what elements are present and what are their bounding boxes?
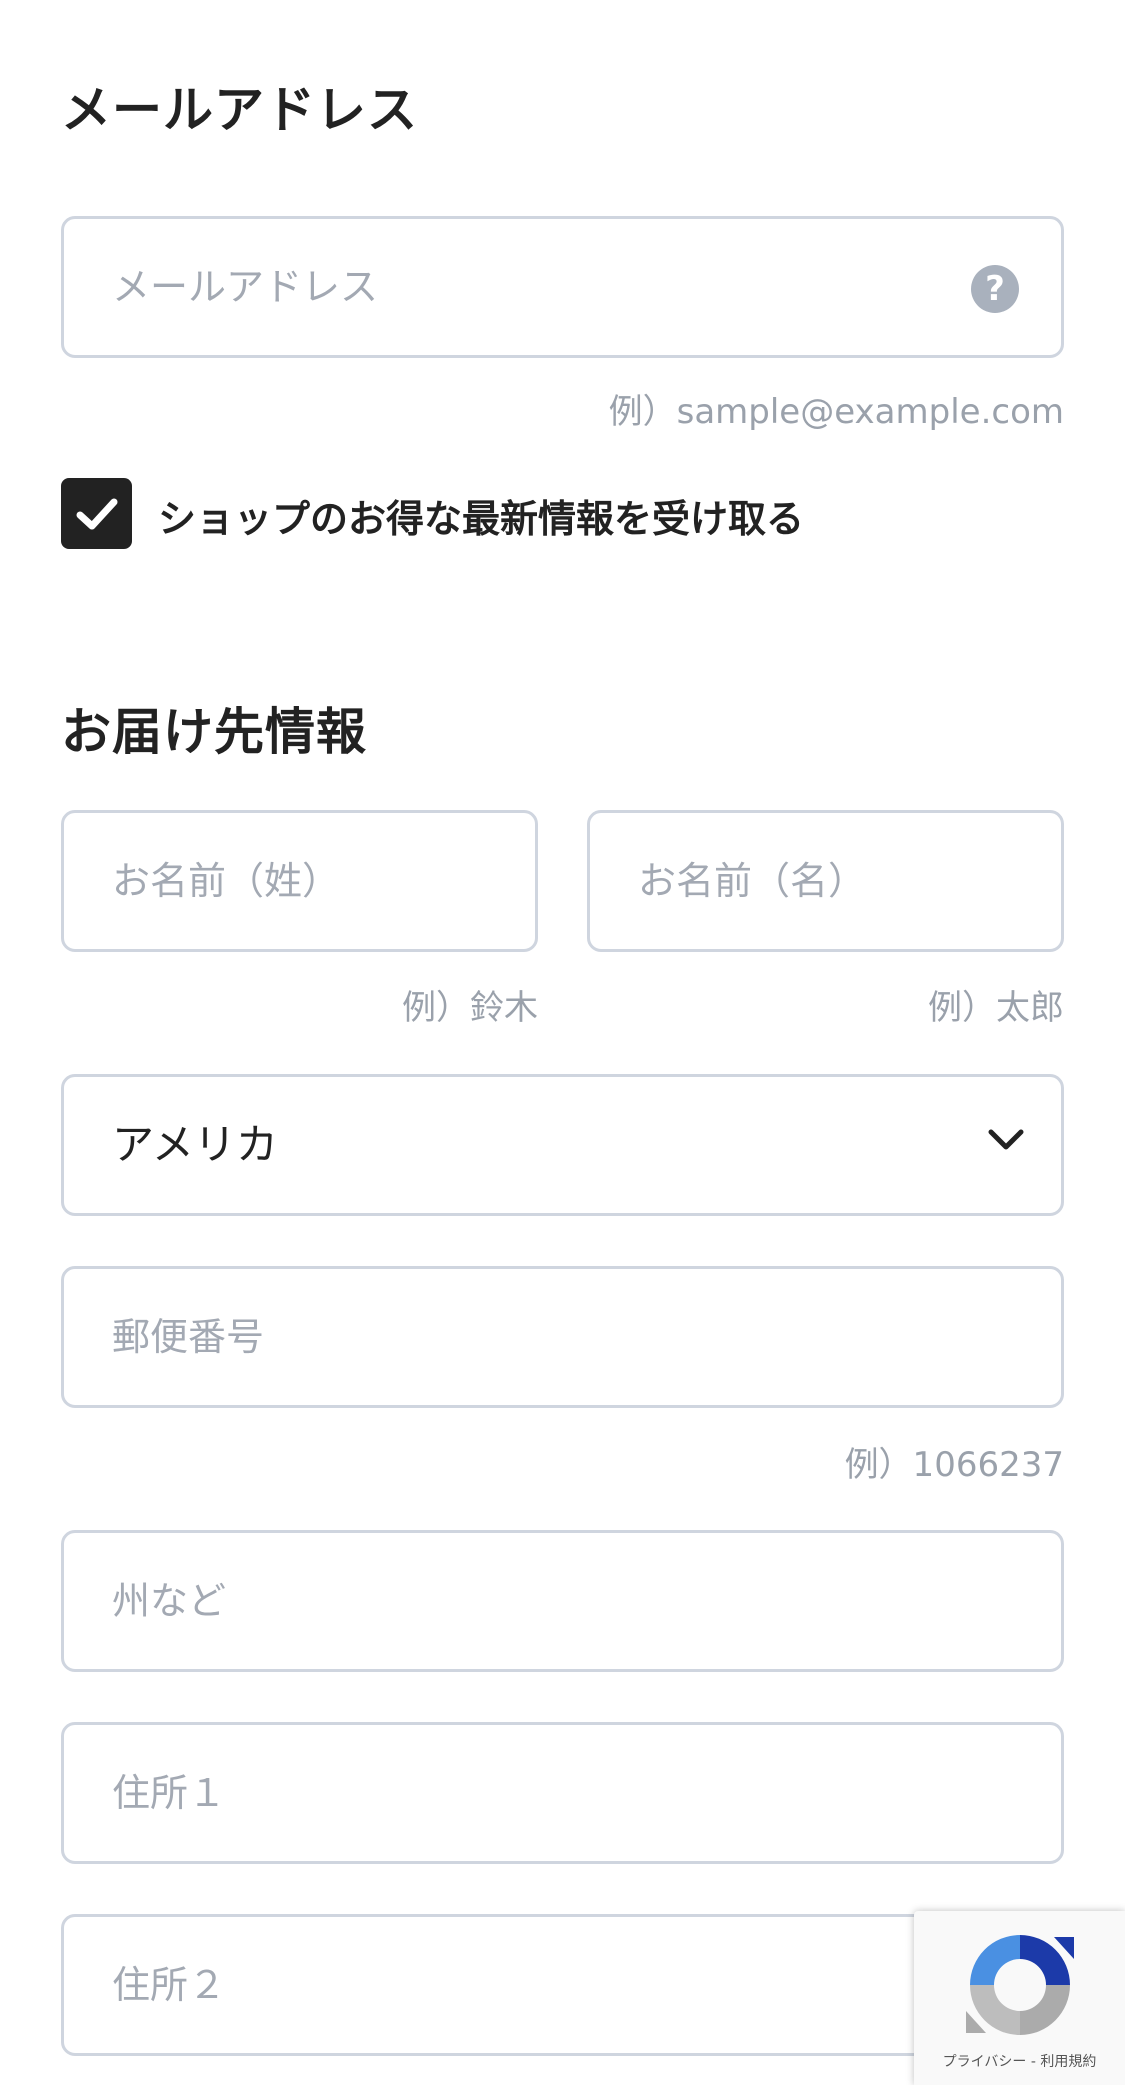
postal-code-input[interactable]	[112, 1269, 969, 1405]
chevron-down-icon	[988, 1129, 1024, 1150]
newsletter-checkbox[interactable]	[61, 478, 132, 549]
recaptcha-logo-icon	[966, 1935, 1074, 2035]
checkmark-icon	[76, 498, 118, 530]
first-name-field[interactable]	[587, 810, 1064, 952]
question-circle-icon[interactable]: ?	[971, 265, 1019, 313]
country-select-value: アメリカ	[112, 1120, 278, 1169]
email-input[interactable]	[112, 219, 969, 355]
address1-field[interactable]	[61, 1722, 1064, 1864]
recaptcha-badge[interactable]: プライバシー - 利用規約	[914, 1911, 1125, 2085]
email-section-title: メールアドレス	[61, 81, 418, 139]
first-name-hint: 例）太郎	[928, 988, 1064, 1028]
last-name-hint: 例）鈴木	[402, 988, 538, 1028]
email-hint: 例）sample@example.com	[608, 392, 1064, 432]
postal-code-field[interactable]	[61, 1266, 1064, 1408]
address2-input[interactable]	[112, 1917, 969, 2053]
postal-code-hint: 例）1066237	[844, 1445, 1064, 1485]
recaptcha-terms-link[interactable]: 利用規約	[1040, 2054, 1096, 2070]
first-name-input[interactable]	[638, 813, 969, 949]
last-name-field[interactable]	[61, 810, 538, 952]
last-name-input[interactable]	[112, 813, 443, 949]
email-field[interactable]: ?	[61, 216, 1064, 358]
state-input[interactable]	[112, 1533, 969, 1669]
country-select[interactable]: アメリカ	[61, 1074, 1064, 1216]
state-field[interactable]	[61, 1530, 1064, 1672]
address1-input[interactable]	[112, 1725, 969, 1861]
shipping-section-title: お届け先情報	[61, 703, 367, 761]
newsletter-label[interactable]: ショップのお得な最新情報を受け取る	[158, 488, 804, 543]
recaptcha-privacy-link[interactable]: プライバシー	[943, 2054, 1027, 2070]
recaptcha-separator: -	[1030, 2054, 1036, 2070]
